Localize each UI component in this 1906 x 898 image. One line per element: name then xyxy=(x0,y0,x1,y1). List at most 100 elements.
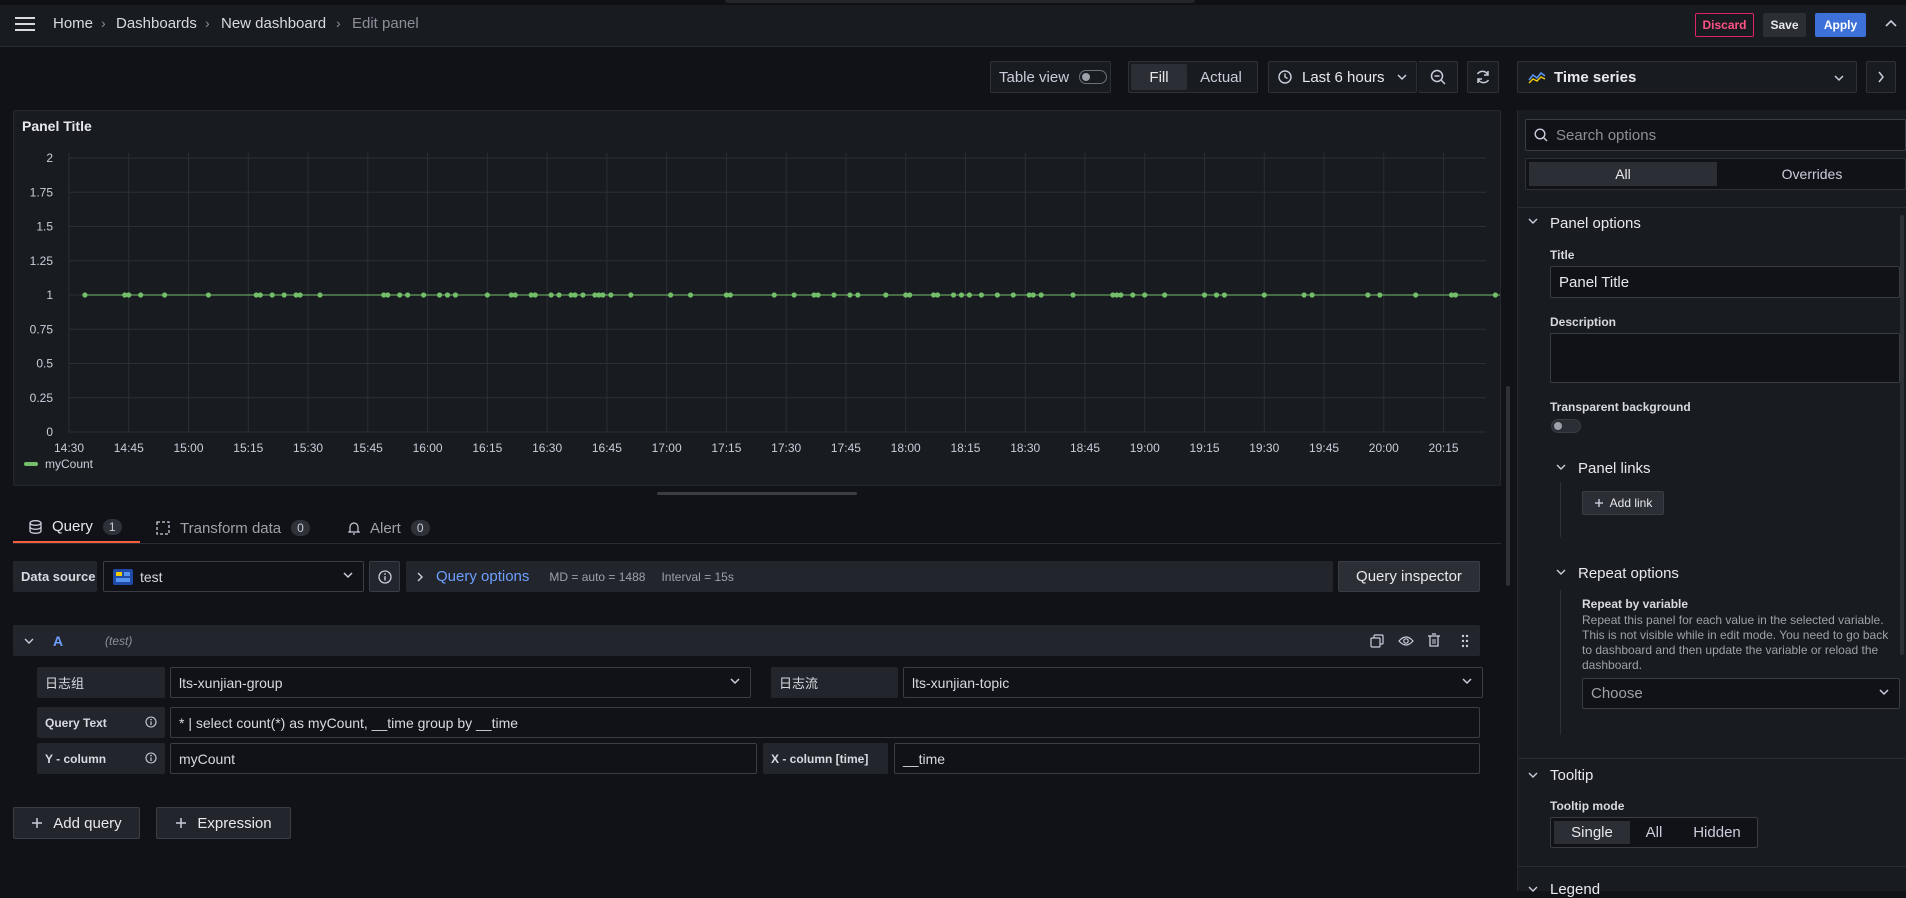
top-strip xyxy=(0,0,1906,5)
data-point xyxy=(847,292,853,298)
query-inspector-button[interactable]: Query inspector xyxy=(1338,561,1480,592)
tab-transform[interactable]: Transform data 0 xyxy=(156,512,310,544)
options-scrollbar[interactable] xyxy=(1900,215,1904,655)
data-point xyxy=(855,292,861,298)
search-options-input[interactable]: Search options xyxy=(1525,119,1906,151)
breadcrumb-dashboards[interactable]: Dashboards xyxy=(116,15,197,32)
search-placeholder: Search options xyxy=(1556,126,1657,144)
data-point xyxy=(791,292,797,298)
data-point xyxy=(405,292,411,298)
data-point xyxy=(1213,292,1220,298)
options-divider xyxy=(1518,207,1906,208)
tooltip-header[interactable]: Tooltip xyxy=(1550,767,1593,784)
data-point xyxy=(1201,292,1208,298)
transparent-toggle[interactable] xyxy=(1551,419,1581,433)
left-pane-scrollbar[interactable] xyxy=(1506,386,1510,586)
breadcrumb-home[interactable]: Home xyxy=(53,15,93,32)
info-circle-icon xyxy=(377,569,392,584)
tooltip-single-button[interactable]: Single xyxy=(1554,821,1630,844)
y-tick-label: 1 xyxy=(46,288,53,302)
x-tick-label: 18:30 xyxy=(1010,441,1040,455)
query-text-input[interactable]: * | select count(*) as myCount, __time g… xyxy=(170,707,1480,738)
apply-button[interactable]: Apply xyxy=(1815,13,1866,37)
tab-alert[interactable]: Alert 0 xyxy=(348,512,430,544)
chevron-down-icon[interactable] xyxy=(1556,463,1566,471)
x-tick-label: 17:00 xyxy=(652,441,682,455)
title-input[interactable]: Panel Title xyxy=(1550,266,1900,298)
info-circle-icon[interactable] xyxy=(145,752,157,764)
x-tick-label: 16:30 xyxy=(532,441,562,455)
add-query-button[interactable]: Add query xyxy=(13,807,140,839)
datasource-help-button[interactable] xyxy=(369,561,400,592)
x-tick-label: 15:00 xyxy=(174,441,204,455)
discard-button[interactable]: Discard xyxy=(1695,13,1754,37)
tab-query[interactable]: Query 1 xyxy=(13,512,140,544)
query-options-bar[interactable]: Query options MD = auto = 1488 Interval … xyxy=(406,561,1333,592)
visualization-name: Time series xyxy=(1554,68,1637,86)
data-point xyxy=(1030,292,1036,298)
save-button[interactable]: Save xyxy=(1763,13,1806,37)
panel-links-rail xyxy=(1560,482,1561,537)
log-stream-select[interactable]: lts-xunjian-topic xyxy=(903,667,1483,698)
panel-options-header[interactable]: Panel options xyxy=(1550,215,1641,232)
collapse-options-button[interactable] xyxy=(1866,61,1896,93)
query-ref-id[interactable]: A xyxy=(53,633,63,649)
data-point xyxy=(950,292,957,298)
info-circle-icon[interactable] xyxy=(145,716,157,728)
x-column-input[interactable]: __time xyxy=(894,743,1480,774)
legend-item[interactable]: myCount xyxy=(24,457,93,471)
toggle-switch[interactable] xyxy=(1079,70,1108,84)
eye-icon[interactable] xyxy=(1398,635,1414,647)
log-stream-value: lts-xunjian-topic xyxy=(912,674,1010,691)
data-point xyxy=(958,292,965,298)
duplicate-query-icon[interactable] xyxy=(1370,634,1384,648)
chevron-down-icon[interactable] xyxy=(1528,885,1538,893)
log-group-select[interactable]: lts-xunjian-group xyxy=(170,667,751,698)
description-textarea[interactable] xyxy=(1550,333,1900,383)
panel-links-header[interactable]: Panel links xyxy=(1578,460,1651,477)
time-range-label: Last 6 hours xyxy=(1302,68,1385,86)
tabs-divider xyxy=(13,543,1501,544)
tooltip-all-button[interactable]: All xyxy=(1631,821,1677,844)
expression-button[interactable]: Expression xyxy=(156,807,291,839)
menu-icon[interactable] xyxy=(15,17,35,31)
datasource-picker[interactable]: test xyxy=(103,561,364,592)
query-row-header[interactable] xyxy=(13,625,1480,656)
data-point xyxy=(1130,292,1136,298)
chevron-right-icon: › xyxy=(101,15,106,31)
data-point xyxy=(1221,292,1228,298)
x-tick-label: 17:15 xyxy=(711,441,741,455)
trash-icon[interactable] xyxy=(1427,633,1441,648)
tab-overrides[interactable]: Overrides xyxy=(1718,162,1906,186)
repeat-options-header[interactable]: Repeat options xyxy=(1578,565,1679,582)
add-link-button[interactable]: Add link xyxy=(1582,491,1664,515)
chevron-down-icon[interactable] xyxy=(1528,771,1538,779)
tooltip-hidden-button[interactable]: Hidden xyxy=(1678,821,1756,844)
tab-alert-label: Alert xyxy=(370,519,401,537)
x-tick-label: 15:15 xyxy=(233,441,263,455)
y-tick-label: 0 xyxy=(46,425,53,439)
chevron-down-icon[interactable] xyxy=(24,637,34,645)
repeat-variable-select[interactable]: Choose xyxy=(1582,678,1900,709)
table-view-toggle[interactable]: Table view xyxy=(990,61,1111,93)
drag-handle-icon[interactable] xyxy=(1461,634,1469,648)
data-point xyxy=(532,292,538,298)
zoom-out-button[interactable] xyxy=(1418,61,1458,93)
splitter-handle[interactable] xyxy=(657,492,857,495)
chevron-down-icon[interactable] xyxy=(1528,217,1538,225)
data-point xyxy=(934,292,941,298)
y-column-input[interactable]: myCount xyxy=(170,743,757,774)
chevron-down-icon[interactable] xyxy=(1556,568,1566,576)
actual-button[interactable]: Actual xyxy=(1187,64,1255,90)
fill-button[interactable]: Fill xyxy=(1131,64,1187,90)
legend-header[interactable]: Legend xyxy=(1550,881,1600,898)
refresh-button[interactable] xyxy=(1467,61,1499,93)
breadcrumb-new-dashboard[interactable]: New dashboard xyxy=(221,15,326,32)
time-range-picker[interactable]: Last 6 hours xyxy=(1268,61,1417,93)
tab-all[interactable]: All xyxy=(1529,162,1717,186)
visualization-picker[interactable]: Time series xyxy=(1517,61,1857,93)
chevron-up-icon[interactable] xyxy=(1884,18,1898,28)
transform-icon xyxy=(156,521,170,535)
data-point xyxy=(1301,292,1307,298)
data-point xyxy=(831,292,837,298)
